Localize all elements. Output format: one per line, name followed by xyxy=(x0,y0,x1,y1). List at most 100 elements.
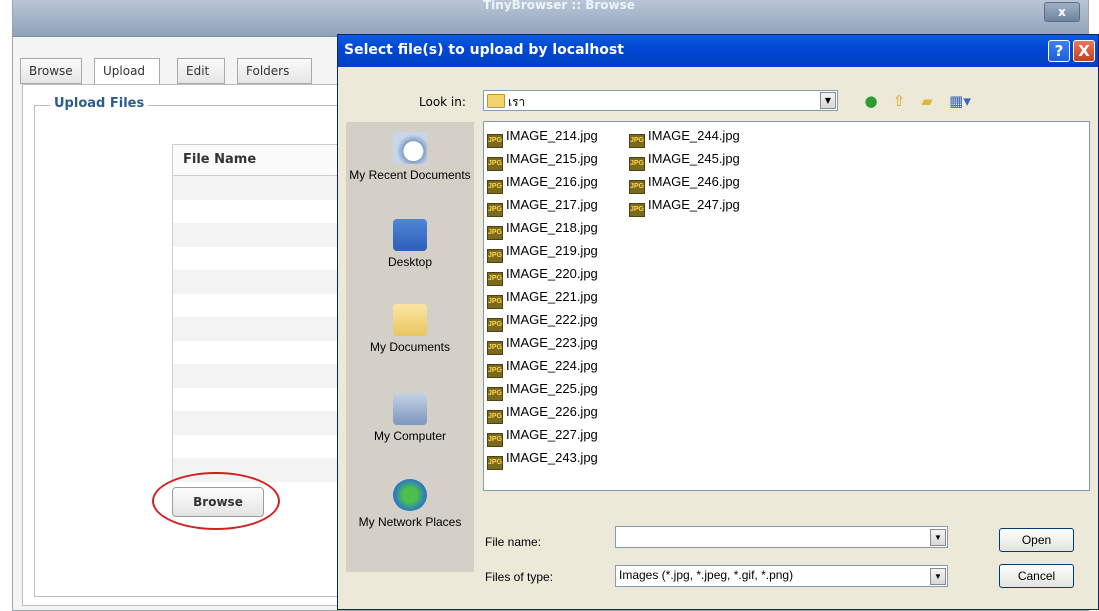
look-in-value: เรา xyxy=(508,95,526,109)
jpg-file-icon: JPG xyxy=(487,433,503,447)
file-grid: File Name xyxy=(172,144,349,482)
list-item[interactable]: JPG IMAGE_243.jpg xyxy=(487,449,598,470)
file-name-text: IMAGE_247.jpg xyxy=(648,197,740,212)
tab-edit[interactable]: Edit xyxy=(177,58,225,84)
tab-folders[interactable]: Folders xyxy=(237,58,312,84)
place-label: My Network Places xyxy=(358,515,462,529)
list-item[interactable]: JPG IMAGE_227.jpg xyxy=(487,426,598,447)
tinybrowser-title: TinyBrowser :: Browse xyxy=(483,0,635,12)
place-my-computer[interactable]: My Computer xyxy=(346,393,474,443)
list-item[interactable]: JPG IMAGE_214.jpg xyxy=(487,127,598,148)
places-bar: My Recent Documents Desktop My Documents… xyxy=(346,122,474,572)
close-button[interactable]: X xyxy=(1073,40,1095,62)
file-upload-dialog: Select file(s) to upload by localhost ? … xyxy=(337,34,1099,610)
recent-documents-icon xyxy=(393,132,427,164)
place-label: My Computer xyxy=(373,429,447,443)
file-name-text: IMAGE_220.jpg xyxy=(506,266,598,281)
list-item[interactable]: JPG IMAGE_220.jpg xyxy=(487,265,598,286)
list-item[interactable]: JPG IMAGE_222.jpg xyxy=(487,311,598,332)
place-my-documents[interactable]: My Documents xyxy=(346,304,474,354)
place-my-network-places[interactable]: My Network Places xyxy=(346,479,474,529)
jpg-file-icon: JPG xyxy=(487,341,503,355)
file-name-text: IMAGE_223.jpg xyxy=(506,335,598,350)
table-row xyxy=(173,270,348,294)
jpg-file-icon: JPG xyxy=(487,249,503,263)
place-my-recent-documents[interactable]: My Recent Documents xyxy=(346,132,474,182)
up-folder-icon[interactable]: ⇧ xyxy=(889,91,909,111)
file-name-text: IMAGE_217.jpg xyxy=(506,197,598,212)
folder-icon xyxy=(487,94,505,108)
jpg-file-icon: JPG xyxy=(629,134,645,148)
help-button[interactable]: ? xyxy=(1048,40,1070,62)
list-item[interactable]: JPG IMAGE_247.jpg xyxy=(629,196,740,217)
file-name-text: IMAGE_214.jpg xyxy=(506,128,598,143)
file-name-text: IMAGE_224.jpg xyxy=(506,358,598,373)
file-name-text: IMAGE_218.jpg xyxy=(506,220,598,235)
list-item[interactable]: JPG IMAGE_219.jpg xyxy=(487,242,598,263)
place-label: My Recent Documents xyxy=(349,168,471,182)
list-item[interactable]: JPG IMAGE_244.jpg xyxy=(629,127,740,148)
jpg-file-icon: JPG xyxy=(487,318,503,332)
jpg-file-icon: JPG xyxy=(487,364,503,378)
place-desktop[interactable]: Desktop xyxy=(346,219,474,269)
list-item[interactable]: JPG IMAGE_225.jpg xyxy=(487,380,598,401)
tinybrowser-close-button[interactable]: x xyxy=(1044,2,1080,22)
jpg-file-icon: JPG xyxy=(487,203,503,217)
list-item[interactable]: JPG IMAGE_245.jpg xyxy=(629,150,740,171)
file-name-column-header[interactable]: File Name xyxy=(173,145,348,176)
chevron-down-icon[interactable]: ▼ xyxy=(820,92,836,109)
table-row xyxy=(173,176,348,200)
list-item[interactable]: JPG IMAGE_226.jpg xyxy=(487,403,598,424)
jpg-file-icon: JPG xyxy=(487,272,503,286)
place-label: My Documents xyxy=(369,340,451,354)
tab-browse[interactable]: Browse xyxy=(20,58,82,84)
list-item[interactable]: JPG IMAGE_216.jpg xyxy=(487,173,598,194)
file-name-label: File name: xyxy=(485,535,542,549)
list-item[interactable]: JPG IMAGE_218.jpg xyxy=(487,219,598,240)
list-item[interactable]: JPG IMAGE_246.jpg xyxy=(629,173,740,194)
file-name-text: IMAGE_222.jpg xyxy=(506,312,598,327)
file-list[interactable]: JPG IMAGE_214.jpg JPG IMAGE_215.jpg JPG IMAGE… xyxy=(483,121,1090,491)
file-name-text: IMAGE_243.jpg xyxy=(506,450,598,465)
my-documents-icon xyxy=(393,304,427,336)
files-of-type-select[interactable]: Images (*.jpg, *.jpeg, *.gif, *.png) ▼ xyxy=(615,565,948,587)
table-row xyxy=(173,223,348,247)
list-item[interactable]: JPG IMAGE_223.jpg xyxy=(487,334,598,355)
jpg-file-icon: JPG xyxy=(629,157,645,171)
list-item[interactable]: JPG IMAGE_215.jpg xyxy=(487,150,598,171)
file-name-text: IMAGE_226.jpg xyxy=(506,404,598,419)
list-item[interactable]: JPG IMAGE_224.jpg xyxy=(487,357,598,378)
table-row xyxy=(173,200,348,224)
dialog-title: Select file(s) to upload by localhost xyxy=(344,42,624,58)
tab-upload[interactable]: Upload xyxy=(94,58,160,85)
new-folder-icon[interactable]: ▰ xyxy=(917,91,937,111)
jpg-file-icon: JPG xyxy=(487,180,503,194)
file-name-text: IMAGE_245.jpg xyxy=(648,151,740,166)
list-item[interactable]: JPG IMAGE_217.jpg xyxy=(487,196,598,217)
file-name-text: IMAGE_215.jpg xyxy=(506,151,598,166)
jpg-file-icon: JPG xyxy=(629,180,645,194)
file-name-text: IMAGE_216.jpg xyxy=(506,174,598,189)
back-icon[interactable]: ● xyxy=(861,91,881,111)
files-of-type-label: Files of type: xyxy=(485,570,554,584)
file-name-text: IMAGE_227.jpg xyxy=(506,427,598,442)
jpg-file-icon: JPG xyxy=(487,387,503,401)
table-row xyxy=(173,364,348,388)
view-menu-icon[interactable]: ▦▾ xyxy=(947,91,973,111)
file-name-input[interactable]: ▼ xyxy=(615,526,948,548)
tinybrowser-title-bar: TinyBrowser :: Browse x xyxy=(13,0,1088,37)
look-in-dropdown[interactable]: เรา ▼ xyxy=(483,90,838,111)
highlight-annotation-ellipse xyxy=(152,472,280,530)
file-name-text: IMAGE_219.jpg xyxy=(506,243,598,258)
file-name-text: IMAGE_225.jpg xyxy=(506,381,598,396)
open-button[interactable]: Open xyxy=(999,528,1074,552)
jpg-file-icon: JPG xyxy=(487,226,503,240)
dialog-title-bar[interactable]: Select file(s) to upload by localhost ? … xyxy=(338,35,1098,67)
chevron-down-icon[interactable]: ▼ xyxy=(930,568,946,585)
list-item[interactable]: JPG IMAGE_221.jpg xyxy=(487,288,598,309)
chevron-down-icon[interactable]: ▼ xyxy=(930,529,946,546)
place-label: Desktop xyxy=(387,255,433,269)
file-name-text: IMAGE_221.jpg xyxy=(506,289,598,304)
cancel-button[interactable]: Cancel xyxy=(999,564,1074,588)
table-row xyxy=(173,411,348,435)
